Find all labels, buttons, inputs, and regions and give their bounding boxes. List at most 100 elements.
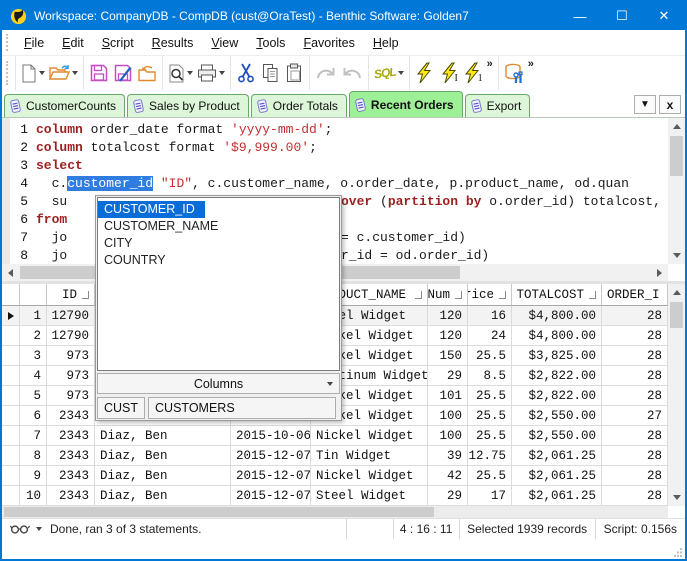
open-dropdown-arrow-icon[interactable]: [72, 71, 78, 75]
grid-row-8[interactable]: 8 2343 Diaz, Ben 2015-12-07 Tin Widget 39 12.7…: [2, 446, 685, 466]
new-script-button[interactable]: [19, 59, 47, 87]
cell-order[interactable]: 28: [602, 426, 668, 445]
cell-id[interactable]: 12790: [47, 306, 95, 325]
menu-file[interactable]: File: [15, 32, 53, 54]
cell-price[interactable]: 8.5: [468, 366, 512, 385]
cell-id[interactable]: 973: [47, 346, 95, 365]
column-header-gutter[interactable]: [2, 284, 20, 305]
cell-id[interactable]: 2343: [47, 466, 95, 485]
paste-button[interactable]: [282, 59, 306, 87]
column-sort-glyph-icon[interactable]: [499, 290, 506, 299]
cell-name[interactable]: Diaz, Ben: [95, 486, 231, 505]
execute-one-button[interactable]: 1: [461, 59, 485, 87]
row-gutter[interactable]: [2, 346, 20, 365]
cell-total[interactable]: $2,550.00: [512, 426, 602, 445]
cell-price[interactable]: 25.5: [468, 406, 512, 425]
popup-tab-customers[interactable]: CUSTOMERS: [148, 397, 337, 419]
cell-name[interactable]: Diaz, Ben: [95, 446, 231, 465]
suggestion-customer_name[interactable]: CUSTOMER_NAME: [98, 218, 339, 235]
object-type-combo[interactable]: Columns: [97, 373, 340, 394]
column-sort-glyph-icon[interactable]: [82, 290, 89, 299]
cell-n[interactable]: 4: [20, 366, 47, 385]
editor-vscroll-thumb[interactable]: [670, 136, 683, 176]
row-gutter[interactable]: [2, 426, 20, 445]
redo-button[interactable]: [313, 59, 339, 87]
grid-row-7[interactable]: 7 2343 Diaz, Ben 2015-10-06 Nickel Widget 100…: [2, 426, 685, 446]
combo-dropdown-arrow-icon[interactable]: [327, 381, 333, 386]
menu-help[interactable]: Help: [364, 32, 408, 54]
code-line-4[interactable]: 4 c.customer_id "ID", c.customer_name, o…: [2, 175, 668, 193]
code-line-2[interactable]: 2 column totalcost format '$9,999.00';: [2, 139, 668, 157]
row-gutter[interactable]: [2, 386, 20, 405]
grid-row-10[interactable]: 10 2343 Diaz, Ben 2015-12-07 Steel Widget 29 1…: [2, 486, 685, 506]
cell-product[interactable]: Nickel Widget: [311, 466, 428, 485]
menu-results[interactable]: Results: [143, 32, 203, 54]
column-header-n[interactable]: [20, 284, 47, 305]
cell-name[interactable]: Diaz, Ben: [95, 466, 231, 485]
grid-vertical-scrollbar[interactable]: [668, 284, 685, 506]
sql-dropdown-arrow-icon[interactable]: [397, 71, 404, 75]
cell-num[interactable]: 29: [428, 486, 468, 505]
menu-view[interactable]: View: [202, 32, 247, 54]
status-dropdown-arrow-icon[interactable]: [36, 527, 42, 531]
scroll-down-arrow-icon[interactable]: [668, 247, 685, 264]
cell-num[interactable]: 120: [428, 326, 468, 345]
cell-order[interactable]: 28: [602, 306, 668, 325]
grid-scroll-down-arrow-icon[interactable]: [668, 489, 685, 506]
column-header-id[interactable]: ID: [47, 284, 95, 305]
close-button[interactable]: ✕: [643, 2, 685, 30]
menu-script[interactable]: Script: [93, 32, 143, 54]
cell-order[interactable]: 28: [602, 366, 668, 385]
cell-total[interactable]: $2,550.00: [512, 406, 602, 425]
column-sort-glyph-icon[interactable]: [415, 290, 422, 299]
cell-price[interactable]: 24: [468, 326, 512, 345]
cell-price[interactable]: 16: [468, 306, 512, 325]
print-preview-button[interactable]: [166, 59, 195, 87]
cell-order[interactable]: 28: [602, 446, 668, 465]
cell-n[interactable]: 2: [20, 326, 47, 345]
tab-export[interactable]: Export: [464, 94, 531, 117]
cell-price[interactable]: 25.5: [468, 346, 512, 365]
grid-hscroll-thumb[interactable]: [4, 507, 434, 517]
cell-num[interactable]: 120: [428, 306, 468, 325]
cell-price[interactable]: 25.5: [468, 426, 512, 445]
tab-sales-by-product[interactable]: Sales by Product: [127, 94, 249, 117]
cell-num[interactable]: 101: [428, 386, 468, 405]
copy-button[interactable]: [258, 59, 282, 87]
editor-vertical-scrollbar[interactable]: [668, 118, 685, 264]
code-line-3[interactable]: 3 select: [2, 157, 668, 175]
row-gutter[interactable]: [2, 326, 20, 345]
cell-price[interactable]: 12.75: [468, 446, 512, 465]
cell-id[interactable]: 2343: [47, 486, 95, 505]
cell-price[interactable]: 25.5: [468, 466, 512, 485]
resize-grip-icon[interactable]: [674, 548, 683, 557]
grid-vscroll-thumb[interactable]: [670, 302, 683, 328]
sql-window-button[interactable]: SQL: [372, 59, 406, 87]
cell-product[interactable]: Tin Widget: [311, 446, 428, 465]
cell-id[interactable]: 973: [47, 366, 95, 385]
revert-button[interactable]: [135, 59, 159, 87]
cell-num[interactable]: 100: [428, 406, 468, 425]
cell-id[interactable]: 2343: [47, 446, 95, 465]
cell-total[interactable]: $2,822.00: [512, 366, 602, 385]
cell-n[interactable]: 9: [20, 466, 47, 485]
execute-statement-button[interactable]: I: [437, 59, 461, 87]
minimize-button[interactable]: —: [559, 2, 601, 30]
tab-order-totals[interactable]: Order Totals: [250, 94, 347, 117]
cell-id[interactable]: 973: [47, 386, 95, 405]
execute-script-button[interactable]: [413, 59, 437, 87]
cell-order[interactable]: 28: [602, 346, 668, 365]
column-header-totalcost[interactable]: TOTALCOST: [512, 284, 602, 305]
scroll-left-arrow-icon[interactable]: [2, 264, 19, 281]
cut-button[interactable]: [234, 59, 258, 87]
row-gutter[interactable]: [2, 486, 20, 505]
code-line-1[interactable]: 1 column order_date format 'yyyy-mm-dd';: [2, 121, 668, 139]
open-script-button[interactable]: [47, 59, 80, 87]
cell-order[interactable]: 28: [602, 326, 668, 345]
column-sort-glyph-icon[interactable]: [455, 290, 462, 299]
row-gutter[interactable]: [2, 366, 20, 385]
tab-recent-orders[interactable]: Recent Orders: [348, 91, 463, 117]
cell-n[interactable]: 3: [20, 346, 47, 365]
new-dropdown-arrow-icon[interactable]: [39, 71, 45, 75]
suggestion-customer_id[interactable]: CUSTOMER_ID: [98, 201, 205, 218]
